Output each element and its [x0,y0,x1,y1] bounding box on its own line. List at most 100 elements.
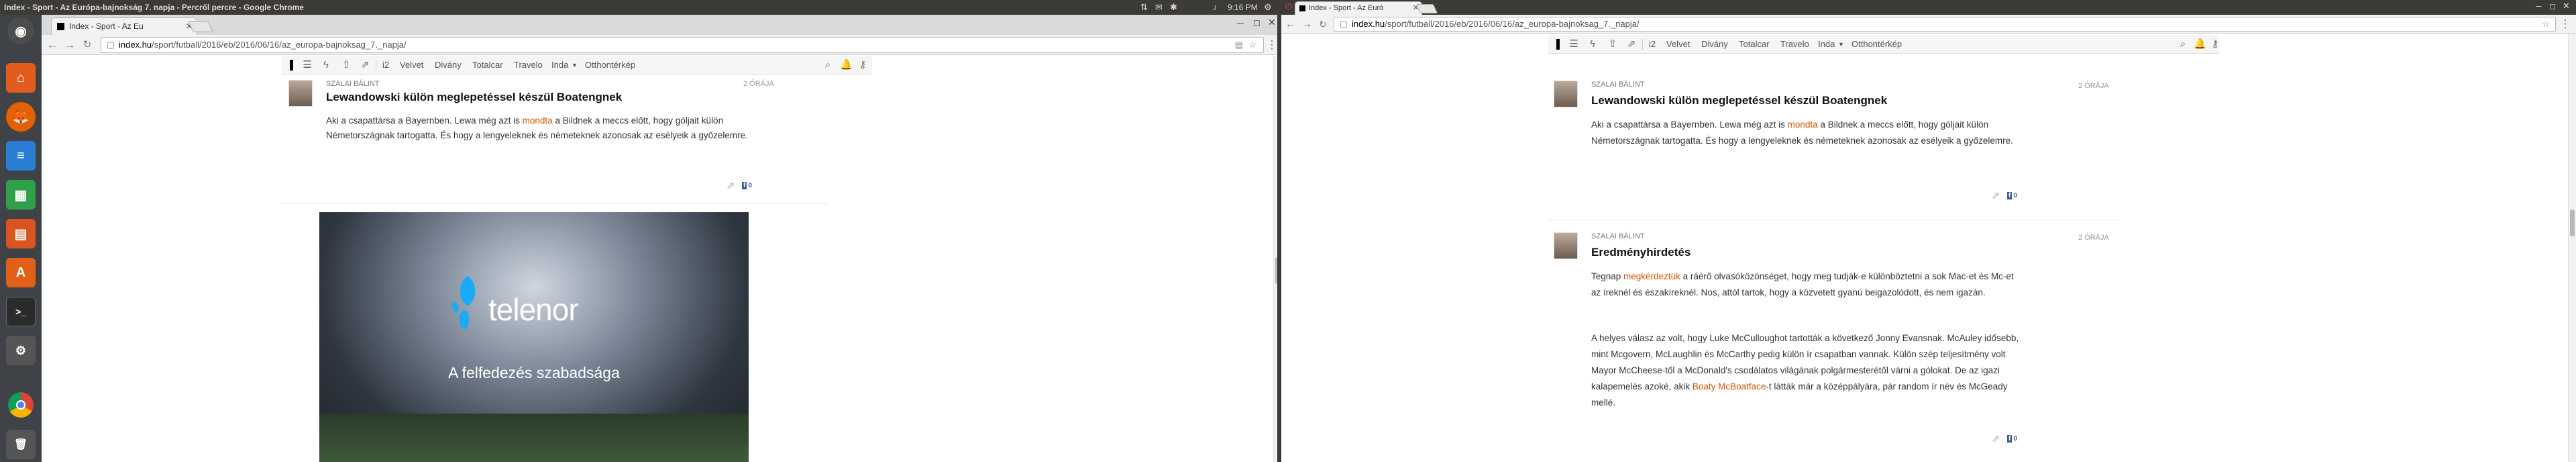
lightning-icon[interactable]: ϟ [321,60,331,71]
clock[interactable]: 9:16 PM [1228,0,1258,15]
post-body-link[interactable]: Boaty McBoatface [1693,381,1766,391]
system-settings-icon[interactable]: ⚙ [6,336,36,365]
post-body-link[interactable]: megkérdeztük [1623,271,1680,281]
facebook-share-button[interactable]: f0 [2007,191,2023,201]
post-paragraph-1: Tegnap megkérdeztük a ráérő olvasóközöns… [1591,269,2021,301]
impress-icon[interactable]: ▤ [6,219,36,248]
up-icon[interactable]: ⇧ [341,60,352,71]
network-icon[interactable]: ⇅ [1140,0,1148,15]
lightning-icon[interactable]: ϟ [1587,39,1598,50]
nav-item-velvet[interactable]: Velvet [1666,35,1690,54]
minimize-icon[interactable]: ─ [2536,1,2542,11]
facebook-share-button[interactable]: f0 [2007,434,2023,444]
browser-tab[interactable]: Index - Sport - Az Euró ✕ [1295,1,1422,15]
menu-icon[interactable]: ⋮ [2559,17,2572,31]
scrollbar-thumb[interactable] [2570,210,2575,236]
volume-icon[interactable]: ♪ [1213,0,1218,15]
reload-icon[interactable]: ↻ [80,38,94,52]
nav-item-totalcar[interactable]: Totalcar [472,56,503,75]
index-logo-icon[interactable] [286,60,297,71]
dash-icon[interactable]: ◉ [7,17,34,44]
address-bar[interactable]: ▢ index.hu/sport/futball/2016/eb/2016/06… [1334,17,2556,32]
nav-item-i2[interactable]: i2 [1649,35,1656,54]
chevron-down-icon[interactable]: ▼ [1838,35,1844,54]
search-icon[interactable]: ⌕ [822,60,833,71]
nav-item-velvet[interactable]: Velvet [400,56,423,75]
nav-item-travelo[interactable]: Travelo [514,56,543,75]
trash-icon[interactable]: 🗑 [6,430,36,459]
post-body-link[interactable]: mondta [1788,120,1818,130]
mail-icon[interactable]: ✉ [1155,0,1163,15]
nav-item-i2[interactable]: i2 [382,56,389,75]
bookmark-star-icon[interactable]: ☆ [2542,17,2550,31]
share-icon[interactable]: ⇗ [723,181,738,191]
avatar [288,80,313,107]
browser-toolbar: ← → ↻ ▢ index.hu/sport/futball/2016/eb/2… [42,35,1281,55]
facebook-icon: f [742,182,747,189]
search-icon[interactable]: ⌕ [2178,39,2188,50]
share-nav-icon[interactable]: ⇗ [360,60,370,71]
telenor-ad[interactable]: telenor A felfedezés szabadsága [319,212,749,462]
nav-item-travelo[interactable]: Travelo [1780,35,1809,54]
minimize-icon[interactable]: ─ [1237,17,1244,28]
favicon-icon [57,23,64,30]
terminal-icon[interactable]: >_ [6,297,36,326]
key-icon[interactable]: ⚷ [857,60,868,71]
bluetooth-icon[interactable]: ✱ [1170,0,1177,15]
power-icon[interactable]: ⏻ [1285,1,1292,12]
facebook-count: 0 [2013,192,2017,199]
nav-item-divany[interactable]: Divány [435,56,462,75]
menu-icon[interactable]: ⋮ [1265,38,1279,52]
key-icon[interactable]: ⚷ [2210,39,2220,50]
forward-icon[interactable]: → [1300,17,1313,31]
page-scrollbar[interactable] [2568,34,2576,462]
maximize-icon[interactable]: ◻ [2549,1,2556,11]
browser-tab[interactable]: Index - Sport - Az Eu ✕ [51,17,197,35]
post-body-link[interactable]: mondta [523,116,553,126]
back-icon[interactable]: ← [1284,17,1297,31]
post-author[interactable]: SZALAI BÁLINT [326,80,379,88]
left-screen: Index - Sport - Az Európa-bajnokság 7. n… [0,0,1281,462]
maximize-icon[interactable]: ◻ [1253,17,1260,28]
hamburger-icon[interactable]: ☰ [1568,39,1579,50]
address-bar[interactable]: ▢ index.hu/sport/futball/2016/eb/2016/06… [101,37,1264,53]
bookmark-star-icon[interactable]: ☆ [1248,38,1256,52]
post-author[interactable]: SZALAI BÁLINT [1591,232,1644,240]
facebook-share-button[interactable]: f0 [742,181,758,191]
reader-icon[interactable]: ▤ [1235,38,1243,52]
tab-title: Index - Sport - Az Euró [1309,4,1384,12]
software-center-icon[interactable]: A [6,258,36,287]
settings-icon[interactable]: ⚙ [1264,0,1272,15]
forward-icon[interactable]: → [63,38,76,52]
facebook-count: 0 [748,182,752,189]
index-logo-icon[interactable] [1552,39,1563,50]
hamburger-icon[interactable]: ☰ [302,60,313,71]
back-icon[interactable]: ← [46,38,59,52]
files-icon[interactable]: ⌂ [6,63,36,93]
writer-icon[interactable]: ≡ [6,141,36,171]
telenor-logo-icon [451,276,484,336]
tab-title: Index - Sport - Az Eu [69,21,144,31]
close-window-icon[interactable]: ✕ [1268,17,1276,28]
nav-item-inda[interactable]: Inda [1818,35,1835,54]
bell-icon[interactable]: 🔔 [840,60,853,71]
up-icon[interactable]: ⇧ [1607,39,1618,50]
share-nav-icon[interactable]: ⇗ [1626,39,1637,50]
nav-item-divany[interactable]: Divány [1701,35,1728,54]
ad-brand: telenor [488,292,579,327]
post-author[interactable]: SZALAI BÁLINT [1591,81,1644,89]
chrome-icon[interactable] [8,392,34,418]
nav-item-otthonterkep[interactable]: Otthontérkép [1851,35,1902,54]
nav-item-totalcar[interactable]: Totalcar [1739,35,1770,54]
share-icon[interactable]: ⇗ [1988,191,2003,201]
share-icon[interactable]: ⇗ [1988,434,2003,445]
reload-icon[interactable]: ↻ [1316,17,1330,31]
close-window-icon[interactable]: ✕ [2563,1,2570,11]
calc-icon[interactable]: ▦ [6,180,36,210]
nav-item-inda[interactable]: Inda [551,56,568,75]
chevron-down-icon[interactable]: ▼ [572,56,578,75]
firefox-icon[interactable]: 🦊 [6,102,36,132]
bell-icon[interactable]: 🔔 [2194,39,2206,50]
nav-item-otthonterkep[interactable]: Otthontérkép [585,56,635,75]
new-tab-button[interactable] [1415,4,1438,13]
